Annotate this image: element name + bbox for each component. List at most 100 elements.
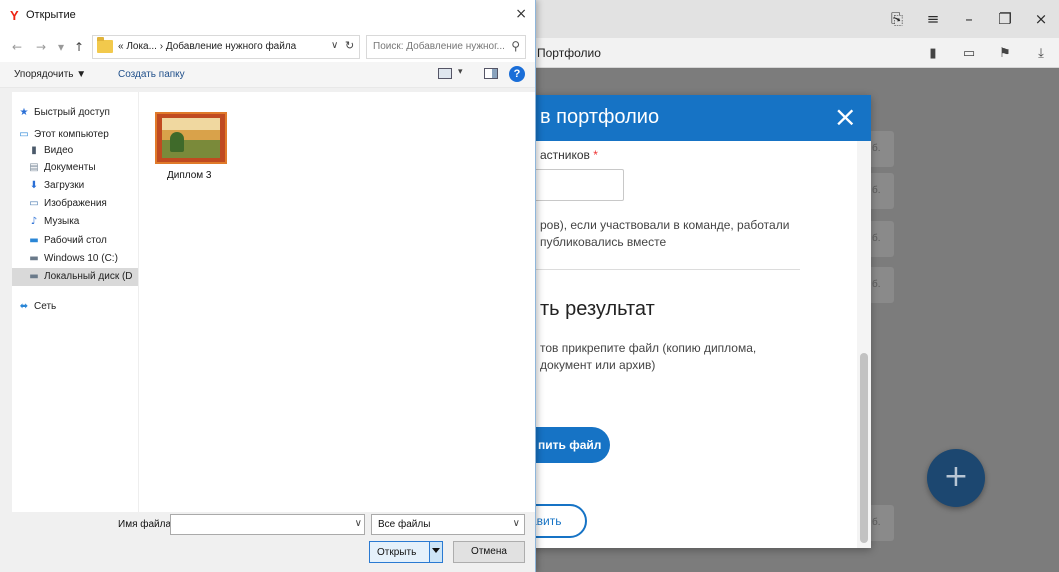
nav-item-label: Загрузки <box>44 180 85 191</box>
nav-item-label: Изображения <box>44 198 107 209</box>
nav-item[interactable]: ▤ Документы <box>12 159 138 177</box>
filetype-label: Все файлы <box>378 519 431 530</box>
chevron-down-icon[interactable]: ∨ <box>331 40 338 51</box>
nav-item-label: Локальный диск (D <box>44 271 133 282</box>
yandex-browser-icon: Y <box>10 8 19 23</box>
nav-item[interactable]: ▮ Видео <box>12 142 138 160</box>
translate-icon[interactable]: ⚑ <box>987 46 1023 61</box>
filename-input[interactable]: ∨ <box>170 514 365 535</box>
dialog-bottom-bar: Имя файла: ∨ Все файлы ∨ Открыть Отмена <box>0 512 535 572</box>
dialog-title: Открытие <box>26 9 76 21</box>
team-hint: ров), если участвовали в команде, работа… <box>540 218 790 249</box>
back-arrow-icon[interactable]: ← <box>12 40 22 54</box>
minimize-icon[interactable]: – <box>951 10 987 28</box>
filetype-select[interactable]: Все файлы ∨ <box>371 514 525 535</box>
view-mode-dropdown-icon[interactable]: ▾ <box>458 67 463 77</box>
modal-scrollbar[interactable] <box>857 141 871 548</box>
view-mode-icon[interactable] <box>438 68 452 79</box>
dialog-titlebar: Y Открытие × <box>0 0 535 32</box>
nav-item[interactable]: ▭ Изображения <box>12 195 138 213</box>
menu-icon[interactable]: ≡ <box>915 10 951 28</box>
modal-body: астников * ров), если участвовали в кома… <box>480 141 871 548</box>
recent-locations-icon[interactable]: ▾ <box>58 40 64 54</box>
nav-item[interactable]: ▬ Рабочий стол <box>12 232 138 250</box>
documents-folder-icon: ▤ <box>29 162 39 173</box>
separator <box>520 269 800 270</box>
help-icon[interactable]: ? <box>509 66 525 82</box>
nav-item[interactable]: ♪ Музыка <box>12 213 138 231</box>
filename-label: Имя файла: <box>118 519 174 530</box>
participants-label: астников * <box>540 148 598 162</box>
download-icon[interactable]: ⤓ <box>1023 46 1059 61</box>
add-fab-button[interactable]: + <box>927 449 985 507</box>
quick-access-icon: ★ <box>19 107 29 118</box>
nav-item[interactable]: ⬇ Загрузки <box>12 177 138 195</box>
background-card: б. <box>868 173 894 209</box>
nav-item-label: Сеть <box>34 301 57 312</box>
path-addressbox[interactable]: « Лока... › Добавление нужного файла ∨ ↻ <box>92 35 360 59</box>
battery-icon[interactable]: ▭ <box>951 46 987 61</box>
address-text: Портфолио <box>537 46 601 60</box>
video-folder-icon: ▮ <box>31 145 37 156</box>
nav-item-label: Музыка <box>44 216 80 227</box>
portfolio-modal: в портфолио × астников * ров), если учас… <box>480 95 871 548</box>
music-folder-icon: ♪ <box>30 216 38 227</box>
nav-item[interactable]: ⬌ Сеть <box>12 298 138 316</box>
downloads-folder-icon: ⬇ <box>29 180 39 191</box>
nav-item-label: Документы <box>44 162 96 173</box>
nav-item-label: Видео <box>44 145 74 156</box>
nav-item[interactable]: ▬ Локальный диск (D <box>12 268 138 286</box>
bookmark-screen-icon[interactable]: ⎘ <box>879 10 915 28</box>
modal-scroll-thumb[interactable] <box>860 353 868 543</box>
file-item[interactable]: Диплом 3 <box>153 112 229 184</box>
open-split-dropdown[interactable] <box>429 542 442 562</box>
nav-item-label: Быстрый доступ <box>34 107 110 118</box>
drive-d-icon: ▬ <box>29 271 39 282</box>
refresh-icon[interactable]: ↻ <box>345 39 354 52</box>
preview-pane-icon[interactable] <box>484 68 498 79</box>
required-mark: * <box>593 148 598 162</box>
modal-header: в портфолио × <box>480 95 871 141</box>
nav-item-label: Этот компьютер <box>34 129 109 140</box>
nav-item[interactable]: ▬ Windows 10 (C:) <box>12 250 138 268</box>
close-icon[interactable]: × <box>1023 10 1059 28</box>
result-heading: ть результат <box>540 298 655 320</box>
desktop-folder-icon: ▬ <box>29 235 39 246</box>
forward-arrow-icon[interactable]: → <box>36 40 46 54</box>
file-name: Диплом 3 <box>167 170 212 181</box>
browser-window-controls: ⎘ ≡ – ❐ × <box>879 0 1059 38</box>
file-open-dialog: Y Открытие × ← → ▾ ↑ « Лока... › Добавле… <box>0 0 536 572</box>
caret-down-icon <box>432 548 440 553</box>
nav-item-label: Рабочий стол <box>44 235 107 246</box>
computer-icon: ▭ <box>19 129 29 140</box>
search-icon[interactable]: ⚲ <box>511 39 520 53</box>
navigation-pane: ★ Быстрый доступ ▭ Этот компьютер ▮ Видео ▤ Док… <box>12 92 138 512</box>
up-arrow-icon[interactable]: ↑ <box>74 40 84 54</box>
background-card: б. <box>868 505 894 541</box>
modal-title: в портфолио <box>540 106 660 128</box>
folder-icon <box>97 37 113 53</box>
dialog-toolbar: Упорядочить ▼ Создать папку ▾ ? <box>0 62 535 88</box>
pictures-folder-icon: ▭ <box>29 198 39 209</box>
search-placeholder: Поиск: Добавление нужног... <box>373 41 505 52</box>
image-thumbnail <box>155 112 227 164</box>
drive-c-icon: ▬ <box>29 253 39 264</box>
organize-menu-button[interactable]: Упорядочить ▼ <box>14 69 86 80</box>
files-pane: Диплом 3 <box>138 92 535 512</box>
dialog-navbar: ← → ▾ ↑ « Лока... › Добавление нужного ф… <box>0 32 535 62</box>
restore-icon[interactable]: ❐ <box>987 10 1023 28</box>
new-folder-button[interactable]: Создать папку <box>118 69 185 80</box>
search-input[interactable]: Поиск: Добавление нужног... ⚲ <box>366 35 526 59</box>
path-text: « Лока... › Добавление нужного файла <box>118 41 297 52</box>
bookmark-icon[interactable]: ▮ <box>915 46 951 61</box>
nav-item-label: Windows 10 (C:) <box>44 253 118 264</box>
chevron-down-icon[interactable]: ∨ <box>513 518 520 529</box>
nav-item[interactable]: ★ Быстрый доступ <box>12 104 138 122</box>
address-tools: ▮ ▭ ⚑ ⤓ <box>915 38 1059 68</box>
background-card: б. <box>868 131 894 167</box>
open-button[interactable]: Открыть <box>369 541 443 563</box>
cancel-button[interactable]: Отмена <box>453 541 525 563</box>
chevron-down-icon[interactable]: ∨ <box>355 518 362 529</box>
modal-close-icon[interactable]: × <box>834 101 857 133</box>
dialog-close-icon[interactable]: × <box>515 6 527 22</box>
